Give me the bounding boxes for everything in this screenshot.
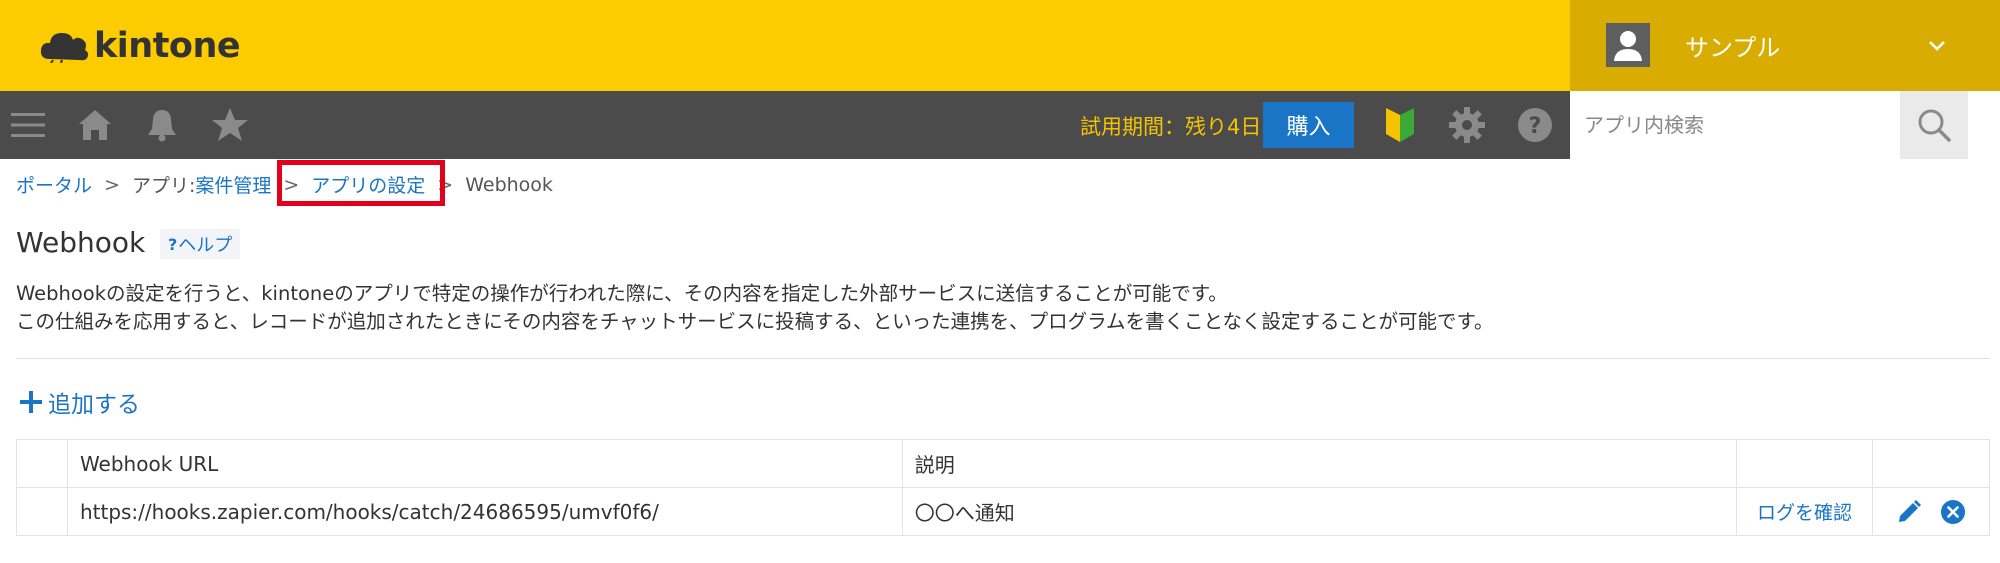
breadcrumb-portal[interactable]: ポータル [16,171,92,198]
breadcrumb-app-prefix: アプリ: [131,175,196,197]
settings-button[interactable] [1443,101,1491,149]
pencil-icon [1899,499,1921,522]
table-header-description: 説明 [901,439,1738,488]
trial-period-text: 試用期間：残り4日 [1080,115,1262,139]
webhook-url-cell: https://hooks.zapier.com/hooks/catch/246… [66,487,903,536]
table-header-cell [16,439,68,488]
breadcrumb: ポータル > アプリ: 案件管理 > アプリの設定 > Webhook [16,171,553,198]
bell-icon [148,110,176,142]
cloud-logo-icon [40,33,89,63]
actions-cell [1872,487,1990,536]
log-cell: ログを確認 [1736,487,1874,536]
user-menu[interactable]: サンプル [1570,0,2000,91]
global-nav: 試用期間：残り4日 購入 ? [0,91,2000,159]
help-button[interactable]: ? [1511,101,1559,149]
favorites-button[interactable] [206,101,254,149]
divider [16,358,1990,359]
search-area-fill [1968,91,2000,159]
description-line-1: Webhookの設定を行うと、kintoneのアプリで特定の操作が行われた際に、… [16,282,1228,305]
webhook-description-cell: 〇〇へ通知 [901,487,1738,536]
breadcrumb-app-settings[interactable]: アプリの設定 [311,171,425,198]
close-circle-icon [1941,499,1965,524]
beginner-guide-button[interactable] [1376,101,1424,149]
breadcrumb-separator: > [104,173,120,196]
avatar [1606,23,1650,67]
description-line-2: この仕組みを応用すると、レコードが追加されたときにその内容をチャットサービスに投… [16,310,1494,333]
table-header-cell [1736,439,1874,488]
breadcrumb-current: Webhook [465,173,553,196]
search-icon [1918,109,1951,142]
help-question-icon: ? [168,234,178,254]
table-header-cell [1872,439,1990,488]
buy-button[interactable]: 購入 [1263,102,1354,148]
table-header-row: Webhook URL 説明 [16,439,1990,488]
help-link-label: ヘルプ [178,235,233,256]
beginner-mark-icon [1386,108,1414,142]
delete-button[interactable] [1940,499,1966,525]
webhook-table: Webhook URL 説明 https://hooks.zapier.com/… [16,439,1990,536]
logo-text: kintone [94,26,241,66]
breadcrumb-separator: > [437,173,454,196]
edit-button[interactable] [1896,499,1922,525]
notifications-button[interactable] [138,101,186,149]
menu-button[interactable] [4,101,52,149]
svg-text:?: ? [1529,114,1542,139]
home-button[interactable] [71,101,119,149]
page-title: Webhook [16,226,146,259]
breadcrumb-app-name[interactable]: 案件管理 [195,171,271,198]
plus-icon [20,391,42,413]
view-log-link[interactable]: ログを確認 [1757,502,1852,524]
user-name: サンプル [1685,34,1781,62]
user-icon [1614,31,1642,61]
app-search-input[interactable] [1570,91,1900,159]
add-webhook-button[interactable]: 追加する [18,385,140,419]
chevron-down-icon [1929,41,1945,51]
search-button[interactable] [1900,91,1968,159]
table-cell-empty [16,487,68,536]
help-icon: ? [1518,108,1552,142]
home-icon [79,110,111,140]
breadcrumb-separator: > [283,173,300,196]
kintone-logo[interactable]: kintone [40,22,241,70]
add-webhook-label: 追加する [48,392,140,418]
help-link[interactable]: ? ヘルプ [160,229,241,259]
gear-icon [1449,107,1485,143]
table-header-webhook-url: Webhook URL [66,439,903,488]
menu-icon [11,113,45,137]
table-row: https://hooks.zapier.com/hooks/catch/246… [16,487,1990,536]
app-header: kintone サンプル [0,0,2000,91]
star-icon [212,108,248,141]
